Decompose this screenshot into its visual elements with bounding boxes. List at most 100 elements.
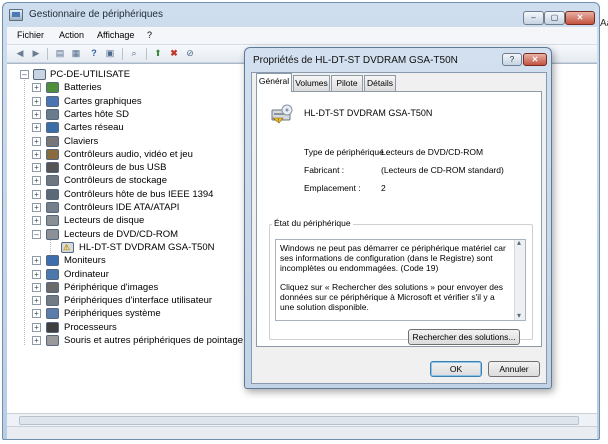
- menu-affichage[interactable]: Affichage: [97, 30, 134, 40]
- properties-icon[interactable]: ▦: [69, 47, 83, 60]
- status-message: Windows ne peut pas démarrer ce périphér…: [280, 243, 506, 273]
- disable-device-icon[interactable]: ⊘: [183, 47, 197, 60]
- expand-toggle[interactable]: +: [32, 336, 41, 345]
- tree-category-label: Souris et autres périphériques de pointa…: [64, 335, 244, 346]
- find-solutions-button[interactable]: Rechercher des solutions...: [408, 329, 520, 345]
- status-help-message: Cliquez sur « Rechercher des solutions »…: [280, 282, 504, 312]
- tree-category-label: Contrôleurs de stockage: [64, 175, 167, 187]
- tree-category-label: Claviers: [64, 135, 99, 147]
- dialog-help-button[interactable]: ?: [502, 53, 522, 66]
- menu-action[interactable]: Action: [59, 30, 84, 40]
- tab-general[interactable]: Général: [256, 73, 292, 92]
- expand-toggle[interactable]: +: [32, 309, 41, 319]
- uninstall-icon[interactable]: ✖: [167, 47, 181, 60]
- collapse-toggle[interactable]: –: [32, 229, 41, 239]
- tree-category-label: Contrôleurs IDE ATA/ATAPI: [64, 202, 180, 213]
- expand-toggle[interactable]: +: [32, 123, 41, 133]
- update-driver-icon[interactable]: ⬆: [151, 47, 165, 60]
- device-status-textbox[interactable]: Windows ne peut pas démarrer ce périphér…: [275, 239, 526, 321]
- tree-root-label: PC-DE-UTILISATE: [50, 69, 131, 80]
- dvd-drive-icon: [46, 228, 59, 240]
- dialog-body: Général Volumes Pilote Détails ! HL-DT-S…: [251, 72, 547, 384]
- monitor-icon: [46, 255, 59, 267]
- tree-category-label: Batteries: [64, 82, 102, 94]
- horizontal-scrollbar[interactable]: [7, 413, 597, 426]
- help-icon[interactable]: ?: [87, 47, 101, 60]
- close-button[interactable]: ✕: [565, 11, 595, 25]
- expand-toggle[interactable]: +: [32, 149, 41, 159]
- window-title: Gestionnaire de périphériques: [29, 9, 163, 20]
- scan-hardware-icon[interactable]: ⌕: [127, 47, 141, 60]
- tab-pilote[interactable]: Pilote: [331, 75, 363, 91]
- collapse-toggle[interactable]: –: [20, 70, 29, 79]
- tab-volumes[interactable]: Volumes: [293, 75, 330, 91]
- dialog-title: Propriétés de HL-DT-ST DVDRAM GSA-T50N: [253, 55, 458, 66]
- back-arrow-icon[interactable]: ◀: [13, 47, 27, 60]
- status-bar: [7, 426, 597, 439]
- dialog-close-button[interactable]: ✕: [523, 53, 547, 66]
- minimize-button[interactable]: –: [523, 11, 544, 25]
- device-status-heading: État du périphérique: [272, 218, 353, 228]
- expand-toggle[interactable]: +: [32, 136, 41, 146]
- dvd-drive-icon: !: [271, 104, 293, 124]
- menu-fichier[interactable]: Fichier: [17, 30, 44, 40]
- ok-button[interactable]: OK: [430, 361, 482, 377]
- tab-details[interactable]: Détails: [364, 75, 396, 91]
- warning-dvd-icon: ⚠: [61, 241, 74, 253]
- expand-toggle[interactable]: +: [32, 216, 41, 226]
- computer-icon: [33, 69, 46, 80]
- tree-category-label: Périphériques système: [64, 308, 161, 320]
- display-adapter-icon: [46, 95, 59, 107]
- tree-guide-line: [24, 77, 25, 345]
- forward-arrow-icon[interactable]: ▶: [29, 47, 43, 60]
- device-manager-icon: [9, 9, 23, 21]
- processor-icon: [46, 321, 59, 333]
- storage-controller-icon: [46, 175, 59, 187]
- tree-guide-line: [50, 240, 51, 253]
- tree-category-label: Lecteurs de disque: [64, 215, 145, 227]
- device-type-label: Type de périphérique :: [304, 147, 389, 157]
- expand-toggle[interactable]: +: [32, 83, 41, 93]
- ide-controller-icon: [46, 202, 59, 213]
- manufacturer-label: Fabricant :: [304, 165, 345, 175]
- expand-toggle[interactable]: +: [32, 176, 41, 186]
- vertical-scrollbar[interactable]: [514, 240, 525, 320]
- tree-category-label: Processeurs: [64, 321, 117, 333]
- svg-text:!: !: [278, 118, 280, 123]
- expand-toggle[interactable]: +: [32, 269, 41, 279]
- show-hidden-icon[interactable]: ▣: [103, 47, 117, 60]
- hid-icon: [46, 295, 59, 307]
- background-window-fragment: Aa: [600, 18, 608, 29]
- tree-category-label: Contrôleurs audio, vidéo et jeu: [64, 148, 193, 160]
- up-folder-icon[interactable]: ▤: [53, 47, 67, 60]
- tree-category-label: Cartes graphiques: [64, 95, 142, 107]
- expand-toggle[interactable]: +: [32, 96, 41, 106]
- expand-toggle[interactable]: +: [32, 189, 41, 199]
- tree-category-label: Lecteurs de DVD/CD-ROM: [64, 228, 179, 240]
- expand-toggle[interactable]: +: [32, 296, 41, 306]
- keyboard-icon: [46, 135, 59, 147]
- tree-category-label: Cartes réseau: [64, 122, 124, 134]
- expand-toggle[interactable]: +: [32, 163, 41, 173]
- scrollbar-thumb[interactable]: [19, 416, 579, 425]
- expand-toggle[interactable]: +: [32, 256, 41, 266]
- expand-toggle[interactable]: +: [32, 203, 41, 212]
- expand-toggle[interactable]: +: [32, 109, 41, 119]
- device-status-group: État du périphérique Windows ne peut pas…: [269, 218, 533, 345]
- toolbar-separator: [146, 48, 147, 60]
- system-device-icon: [46, 308, 59, 320]
- cancel-button[interactable]: Annuler: [488, 361, 540, 377]
- tree-category-label: Périphérique d'images: [64, 281, 159, 293]
- title-bar[interactable]: Gestionnaire de périphériques – ▢ ✕: [3, 3, 599, 27]
- location-label: Emplacement :: [304, 183, 361, 193]
- tree-category-label: Périphériques d'interface utilisateur: [64, 295, 213, 307]
- camera-icon: [46, 281, 59, 293]
- expand-toggle[interactable]: +: [32, 322, 41, 332]
- expand-toggle[interactable]: +: [32, 282, 41, 292]
- maximize-button[interactable]: ▢: [544, 11, 565, 25]
- menu-help[interactable]: ?: [147, 30, 152, 40]
- usb-icon: [46, 162, 59, 174]
- device-type-value: Lecteurs de DVD/CD-ROM: [381, 147, 484, 157]
- device-name: HL-DT-ST DVDRAM GSA-T50N: [304, 108, 433, 118]
- properties-dialog: Propriétés de HL-DT-ST DVDRAM GSA-T50N ?…: [244, 47, 552, 389]
